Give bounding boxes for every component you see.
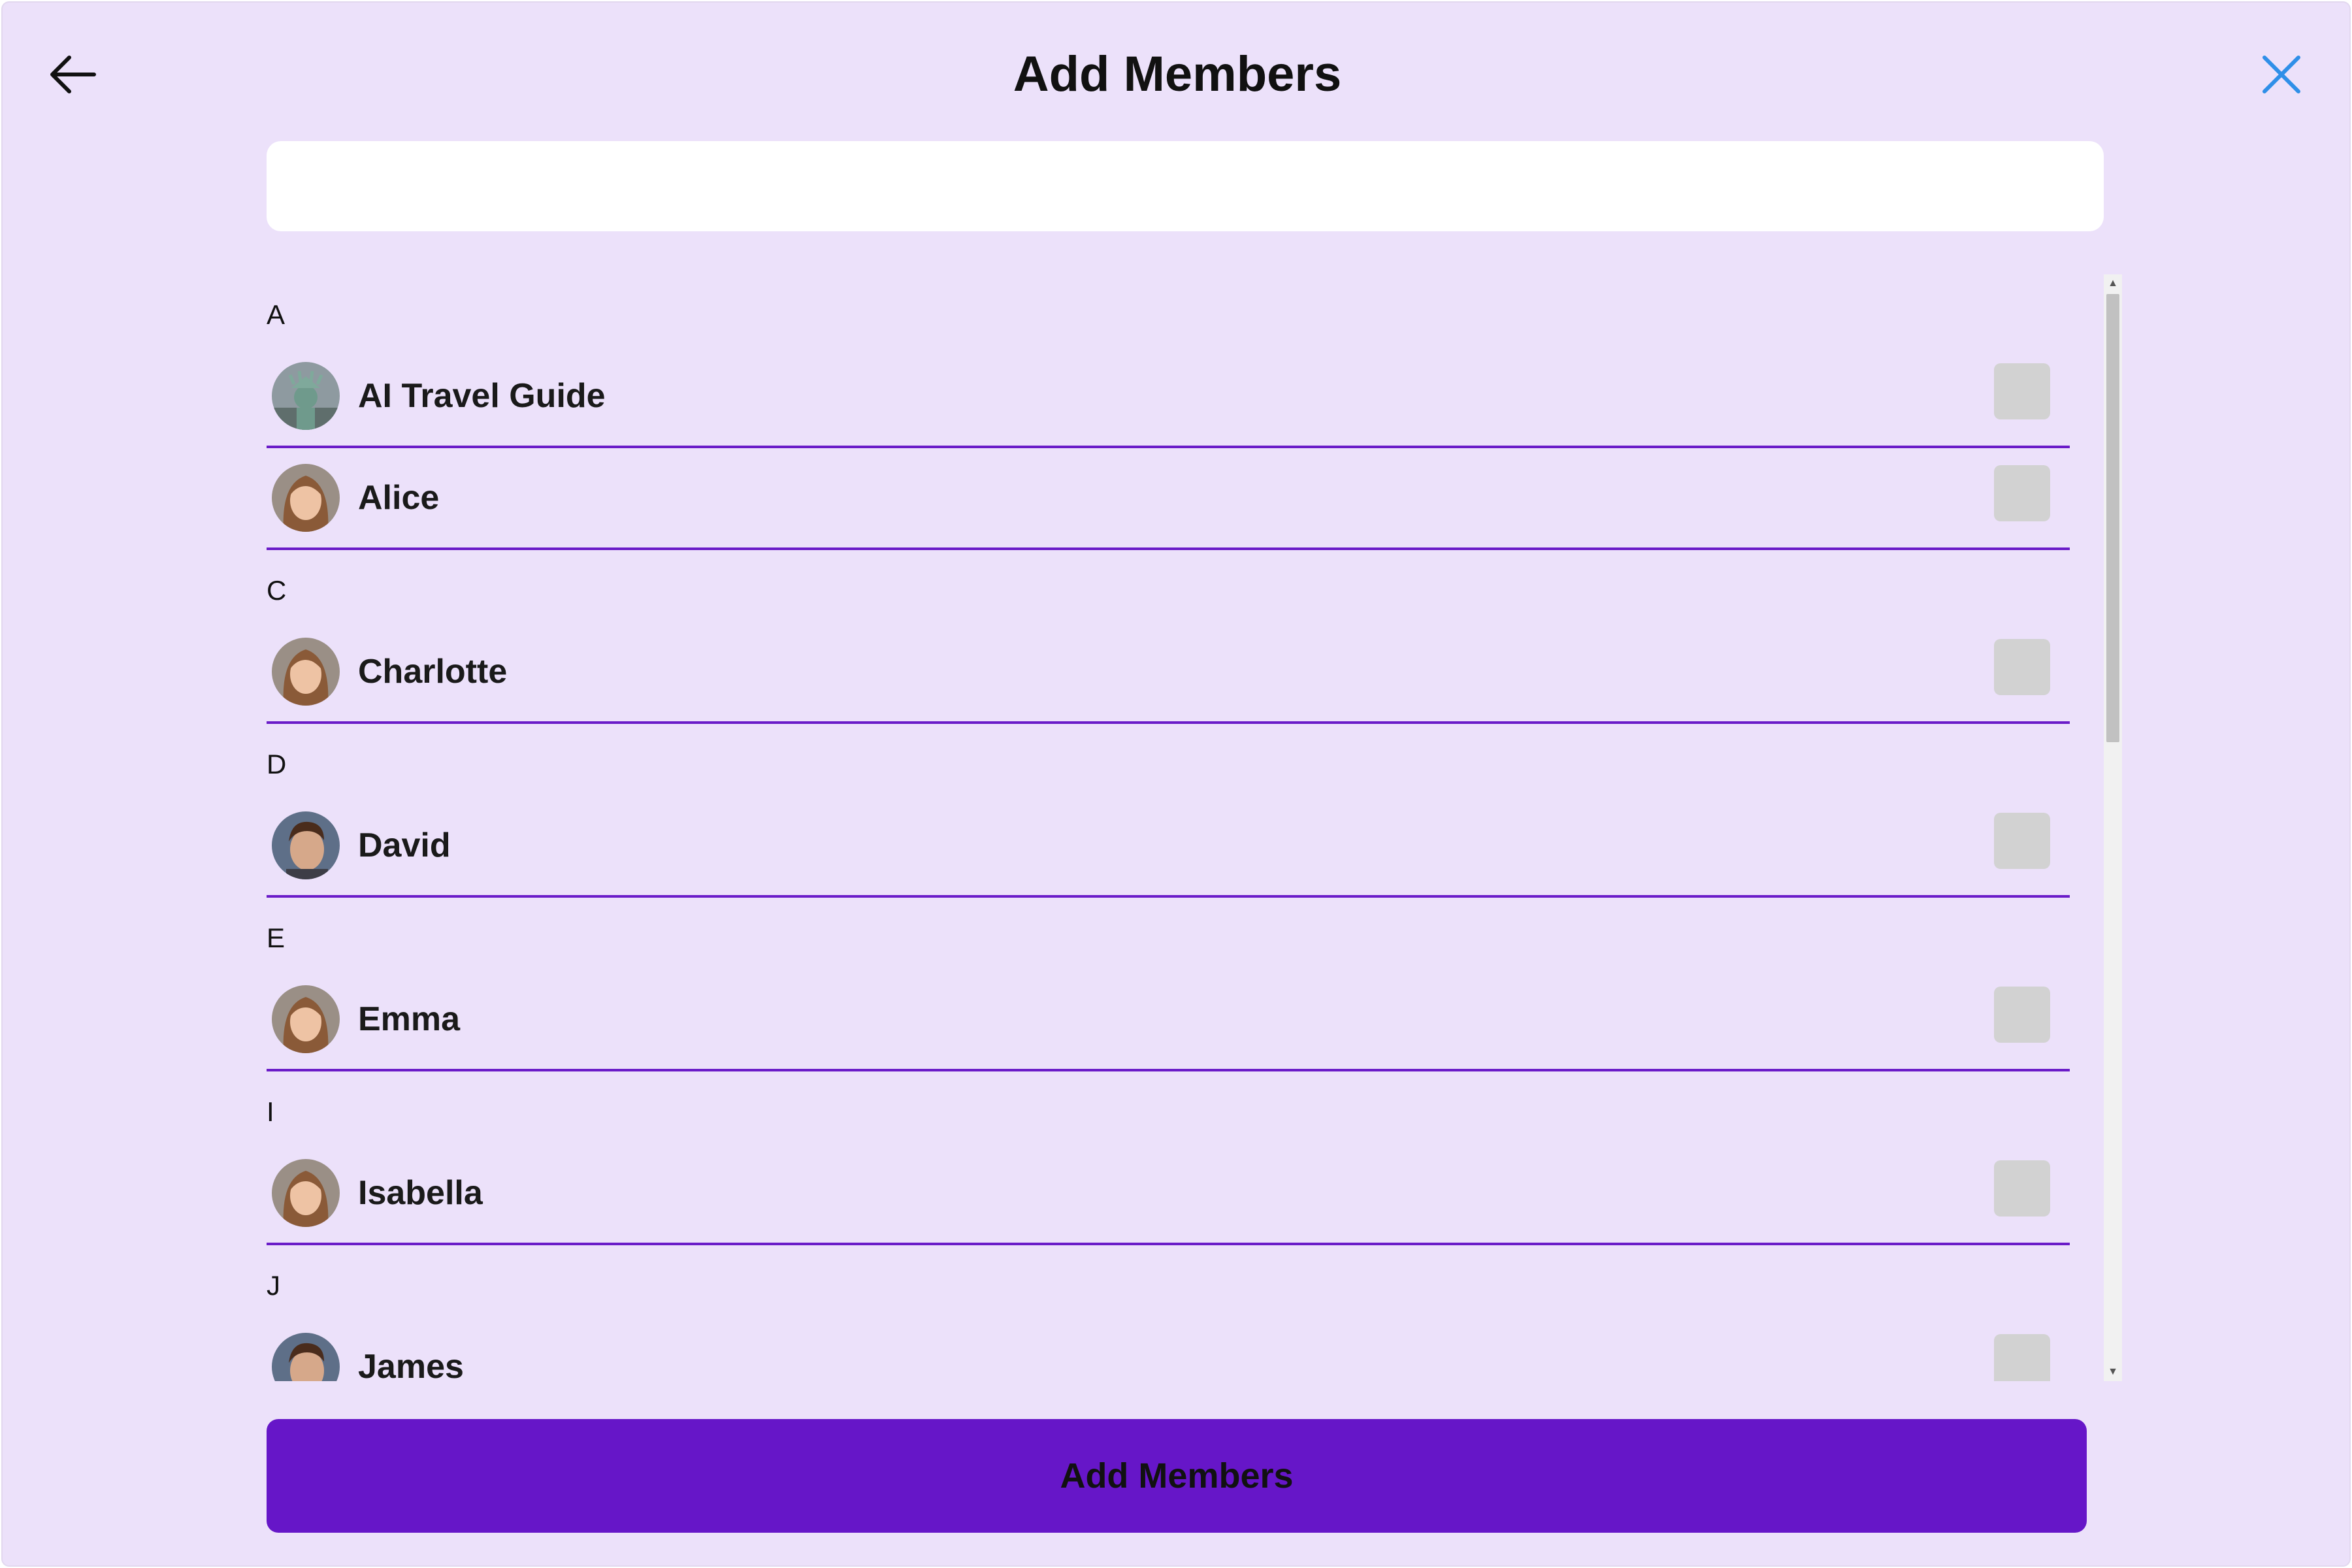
section-letter: J [267,1270,280,1301]
section-letter: A [267,299,286,330]
close-icon [2262,56,2300,93]
contact-name: Isabella [358,1174,483,1212]
scrollbar[interactable]: ▲ ▼ [2104,274,2122,1381]
scroll-up-arrow[interactable]: ▲ [2104,274,2122,293]
select-checkbox[interactable] [1994,363,2050,419]
avatar [272,1333,340,1381]
contact-row[interactable]: AI Travel Guide [267,346,2070,448]
contact-row[interactable]: David [267,796,2070,898]
close-button[interactable] [2250,43,2313,106]
scroll-down-arrow[interactable]: ▼ [2104,1363,2122,1381]
contact-name: James [358,1348,464,1381]
contact-name: David [358,826,451,864]
contact-row[interactable]: Alice [267,448,2070,550]
search-input[interactable] [267,141,2104,231]
select-checkbox[interactable] [1994,987,2050,1043]
add-members-dialog: Add Members A AI Travel Guide Alice C Charlo… [1,1,2351,1567]
contact-row[interactable]: Charlotte [267,622,2070,724]
section-letter: D [267,749,287,779]
contact-name: AI Travel Guide [358,377,606,415]
add-members-button[interactable]: Add Members [267,1419,2087,1533]
select-checkbox[interactable] [1994,465,2050,521]
section-letter: I [267,1096,274,1127]
avatar [272,1159,340,1227]
select-checkbox[interactable] [1994,1160,2050,1217]
dialog-title: Add Members [1013,46,1342,102]
contact-name: Charlotte [358,653,508,691]
avatar [272,464,340,532]
contact-name: Emma [358,1000,461,1038]
avatar [272,638,340,706]
contact-row[interactable]: Isabella [267,1143,2070,1245]
contact-list: A AI Travel Guide Alice C Charlotte D David E Em… [267,274,2070,1381]
avatar [272,362,340,430]
select-checkbox[interactable] [1994,813,2050,869]
section-letter: C [267,575,287,606]
select-checkbox[interactable] [1994,639,2050,695]
avatar [272,811,340,879]
select-checkbox[interactable] [1994,1334,2050,1381]
scroll-thumb[interactable] [2106,294,2119,742]
contact-name: Alice [358,479,440,517]
contact-row[interactable]: Emma [267,970,2070,1071]
avatar [272,985,340,1053]
contact-row[interactable]: James [267,1317,2070,1381]
section-letter: E [267,923,286,953]
